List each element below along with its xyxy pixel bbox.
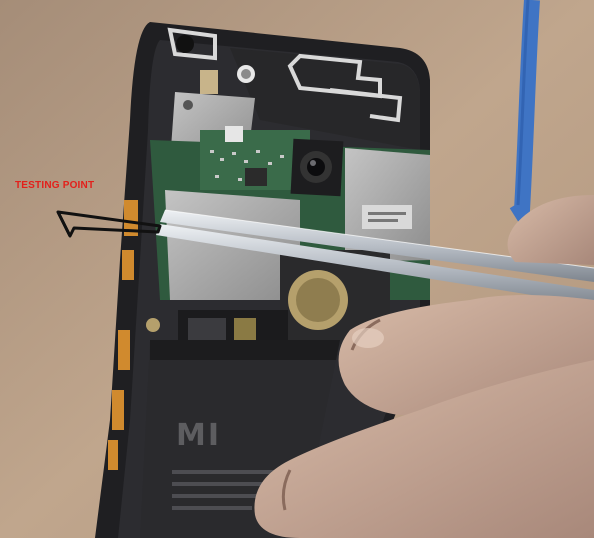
testing-point-label: TESTING POINT (15, 180, 95, 191)
camera-module (290, 138, 344, 197)
photo-scene: TESTING POINT MI (0, 0, 594, 538)
battery-logo: MI (176, 418, 222, 453)
photo-illustration (0, 0, 594, 538)
